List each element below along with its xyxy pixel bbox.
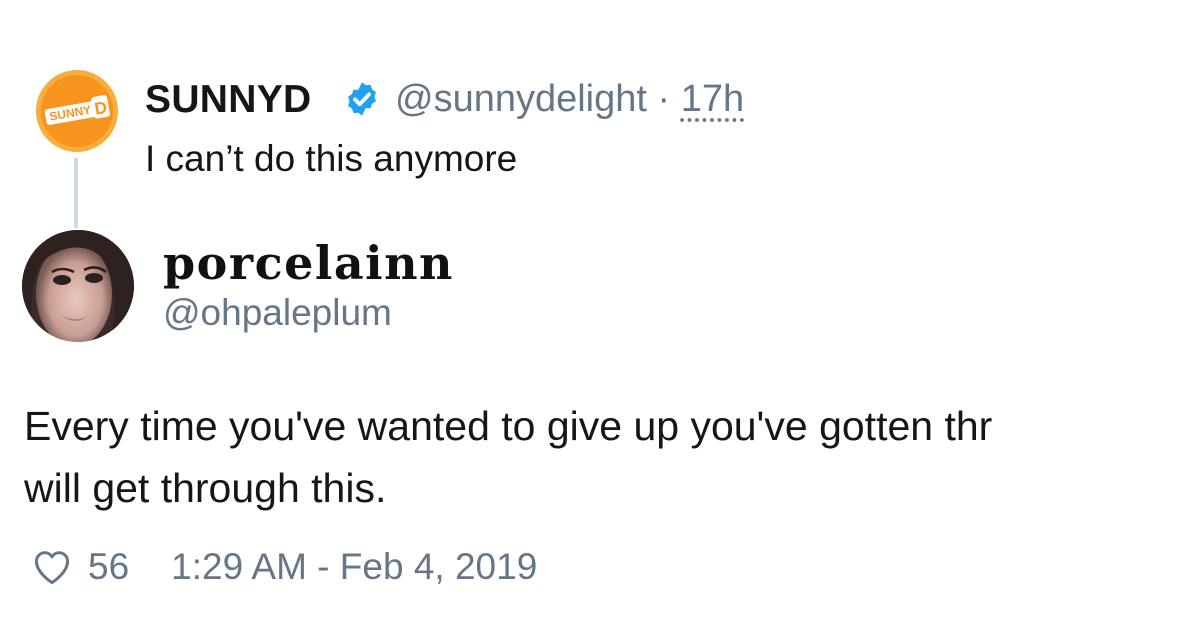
parent-display-name[interactable]: SUNNYD	[145, 78, 311, 122]
verified-badge-icon	[348, 82, 376, 116]
heart-icon[interactable]	[30, 545, 74, 589]
porcelainn-avatar[interactable]	[22, 230, 134, 342]
parent-tweet-text: I can’t do this anymore	[145, 138, 518, 179]
reply-tweet-text: Every time you've wanted to give up you'…	[24, 395, 992, 519]
sunnyd-avatar[interactable]: SUNNY D	[36, 70, 118, 152]
tweet-meta: 56 1:29 AM - Feb 4, 2019	[30, 542, 537, 592]
parent-handle-and-time[interactable]: @sunnydelight · 17h	[395, 78, 744, 121]
reply-handle[interactable]: @ohpaleplum	[163, 292, 392, 334]
like-count[interactable]: 56	[88, 546, 129, 588]
thread-line	[74, 158, 78, 228]
parent-handle[interactable]: @sunnydelight	[395, 78, 647, 120]
reply-timestamp[interactable]: 1:29 AM - Feb 4, 2019	[171, 546, 537, 588]
separator-dot: ·	[646, 78, 681, 120]
reply-text-line: will get through this.	[24, 465, 387, 511]
reply-display-name[interactable]: porcelainn	[163, 236, 454, 290]
reply-text-line: Every time you've wanted to give up you'…	[24, 403, 993, 449]
parent-timestamp[interactable]: 17h	[681, 78, 744, 120]
